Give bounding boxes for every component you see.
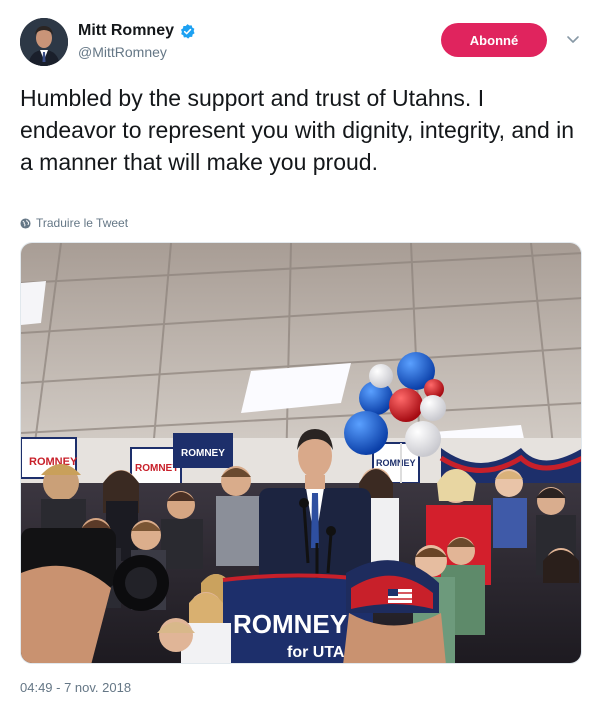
display-name-text: Mitt Romney: [78, 22, 174, 39]
sign-text: ROMNEY: [135, 463, 179, 474]
tweet-timestamp[interactable]: 04:49 - 7 nov. 2018: [20, 680, 131, 695]
author-names: Mitt Romney @MittRomney: [78, 22, 196, 60]
display-name[interactable]: Mitt Romney: [78, 22, 196, 40]
election-night-photo: ROMNEY ROMNEY ROMNEY ROMNEY ROMNEY for U…: [21, 243, 581, 663]
balloon: [344, 411, 388, 455]
tweet-header: Mitt Romney @MittRomney Abonné: [20, 18, 580, 68]
avatar-photo: [20, 18, 68, 66]
globe-icon: [20, 217, 31, 229]
verified-badge-icon: [180, 23, 195, 39]
balloon: [405, 421, 441, 457]
campaign-sign: ROMNEY: [173, 433, 233, 468]
avatar[interactable]: [20, 18, 68, 66]
tweet-photo[interactable]: ROMNEY ROMNEY ROMNEY ROMNEY ROMNEY for U…: [20, 242, 582, 664]
balloon: [420, 395, 446, 421]
tweet-text: Humbled by the support and trust of Utah…: [20, 85, 575, 175]
following-button[interactable]: Abonné: [441, 23, 547, 57]
sign-text: ROMNEY: [181, 448, 225, 459]
chevron-down-icon[interactable]: [565, 31, 581, 47]
balloon: [389, 388, 423, 422]
translate-label: Traduire le Tweet: [36, 216, 129, 230]
translate-tweet-link[interactable]: Traduire le Tweet: [20, 216, 128, 230]
podium-sign-line1: ROMNEY: [233, 609, 347, 639]
handle[interactable]: @MittRomney: [78, 44, 196, 60]
sign-text: ROMNEY: [376, 458, 416, 468]
balloon: [369, 364, 393, 388]
